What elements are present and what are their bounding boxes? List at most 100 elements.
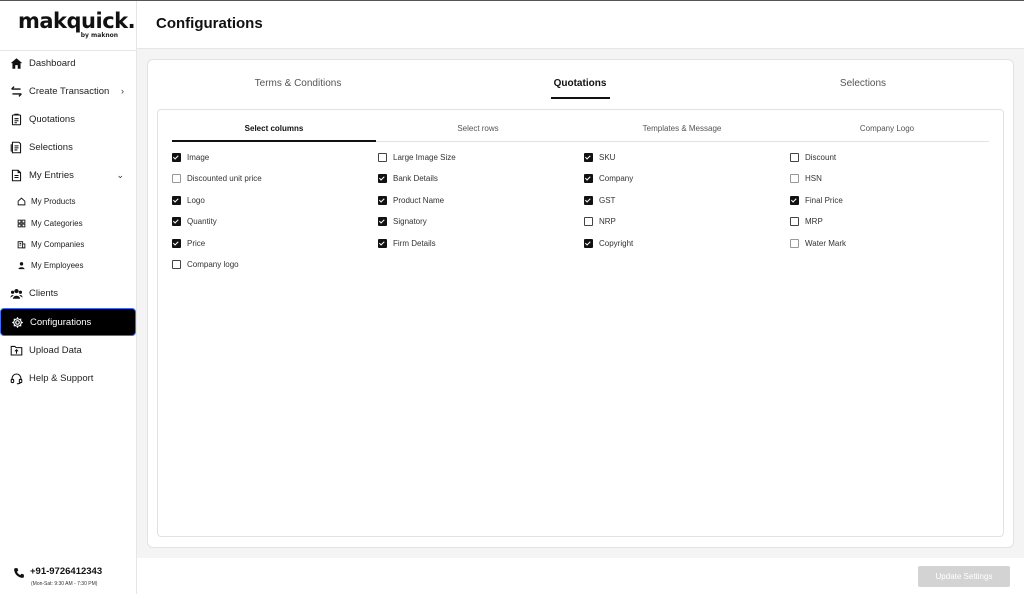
sidebar-item-label: Selections (29, 141, 73, 153)
column-option-checkbox[interactable]: Water Mark (790, 239, 846, 248)
checkbox-checked[interactable] (172, 217, 181, 226)
column-option-checkbox[interactable]: Image (172, 153, 209, 162)
column-option-checkbox[interactable]: Logo (172, 196, 205, 205)
column-option-checkbox[interactable]: NRP (584, 217, 616, 226)
sidebar-item-help-support[interactable]: Help & Support (0, 365, 136, 391)
sidebar-item-configurations[interactable]: Configurations (0, 308, 136, 336)
checkbox-label: Large Image Size (393, 153, 456, 162)
document-icon (9, 140, 23, 154)
column-option-checkbox[interactable]: Company logo (172, 260, 239, 269)
subtab-select-rows[interactable]: Select rows (376, 124, 580, 133)
headset-icon (9, 371, 23, 385)
upload-icon (9, 343, 23, 357)
sidebar-subitem-label: My Employees (31, 260, 84, 270)
building-icon (16, 239, 26, 249)
sidebar: makquick. by maknon Dashboard Create Tra… (0, 1, 137, 594)
column-option-checkbox[interactable]: MRP (790, 217, 823, 226)
sidebar-item-my-entries[interactable]: My Entries ⌄ (0, 162, 136, 188)
column-option-checkbox[interactable]: Final Price (790, 196, 843, 205)
column-option-checkbox[interactable]: HSN (790, 174, 822, 183)
checkbox-checked[interactable] (172, 196, 181, 205)
column-option-checkbox[interactable]: Copyright (584, 239, 633, 248)
checkbox-label: Image (187, 153, 210, 162)
subtab-company-logo[interactable]: Company Logo (785, 124, 989, 133)
checkbox-label: Signatory (393, 217, 427, 226)
checkbox-checked[interactable] (378, 239, 387, 248)
sidebar-item-label: Quotations (29, 113, 75, 125)
checkbox-unchecked[interactable] (584, 217, 593, 226)
sidebar-item-upload-data[interactable]: Upload Data (0, 337, 136, 363)
sidebar-subitem-my-employees[interactable]: My Employees (0, 256, 136, 274)
sidebar-item-label: My Entries (29, 169, 74, 181)
people-icon (9, 286, 23, 300)
brand-name: makquick. (18, 9, 136, 33)
sidebar-item-label: Dashboard (29, 57, 76, 69)
sidebar-subitem-my-products[interactable]: My Products (0, 192, 136, 210)
checkbox-checked[interactable] (172, 239, 181, 248)
clipboard-icon (9, 112, 23, 126)
sidebar-item-dashboard[interactable]: Dashboard (0, 50, 136, 76)
checkbox-unchecked[interactable] (790, 153, 799, 162)
tab-quotations[interactable]: Quotations (520, 72, 640, 100)
checkbox-unchecked[interactable] (378, 153, 387, 162)
sidebar-subitem-my-companies[interactable]: My Companies (0, 235, 136, 253)
column-option-checkbox[interactable]: Company (584, 174, 633, 183)
person-icon (16, 260, 26, 270)
sidebar-subitem-label: My Products (31, 196, 76, 206)
checkbox-checked[interactable] (378, 196, 387, 205)
subtab-templates-message[interactable]: Templates & Message (580, 124, 784, 133)
checkbox-unchecked[interactable] (790, 217, 799, 226)
brand-sub: by maknon (80, 32, 118, 39)
column-option-checkbox[interactable]: Discounted unit price (172, 174, 262, 183)
support-hours: (Mon-Sat: 9:30 AM - 7:30 PM) (31, 581, 98, 587)
sidebar-item-label: Help & Support (29, 372, 94, 384)
checkbox-label: Logo (187, 196, 205, 205)
chevron-down-icon: ⌄ (116, 169, 124, 180)
column-option-checkbox[interactable]: Discount (790, 153, 836, 162)
checkbox-label: Product Name (393, 196, 445, 205)
transfer-icon (9, 84, 23, 98)
sidebar-subitem-label: My Companies (31, 239, 85, 249)
tab-selections[interactable]: Selections (803, 72, 923, 100)
column-option-checkbox[interactable]: GST (584, 196, 615, 205)
checkbox-checked[interactable] (584, 153, 593, 162)
sidebar-item-label: Clients (29, 287, 59, 299)
column-option-checkbox[interactable]: SKU (584, 153, 615, 162)
checkbox-checked[interactable] (584, 196, 593, 205)
brand-logo[interactable]: makquick. by maknon (18, 9, 136, 45)
update-settings-button[interactable]: Update Settings (918, 566, 1010, 587)
checkbox-label: Copyright (599, 239, 634, 248)
subtab-select-columns[interactable]: Select columns (172, 124, 376, 133)
column-option-checkbox[interactable]: Signatory (378, 217, 427, 226)
checkbox-checked[interactable] (172, 153, 181, 162)
checkbox-label: Company (599, 174, 634, 183)
sidebar-item-quotations[interactable]: Quotations (0, 106, 136, 132)
sidebar-subitem-my-categories[interactable]: My Categories (0, 214, 136, 232)
sidebar-item-selections[interactable]: Selections (0, 134, 136, 160)
checkbox-label: Bank Details (393, 174, 438, 183)
checkbox-unchecked[interactable] (172, 174, 181, 183)
sidebar-item-create-transaction[interactable]: Create Transaction › (0, 78, 136, 104)
checkbox-label: GST (599, 196, 616, 205)
column-option-checkbox[interactable]: Product Name (378, 196, 444, 205)
checkbox-label: Company logo (187, 260, 239, 269)
checkbox-checked[interactable] (790, 196, 799, 205)
sidebar-item-clients[interactable]: Clients (0, 280, 136, 306)
column-option-checkbox[interactable]: Price (172, 239, 205, 248)
column-option-checkbox[interactable]: Bank Details (378, 174, 438, 183)
settings-panel (157, 109, 1004, 537)
checkbox-checked[interactable] (378, 217, 387, 226)
phone-icon (13, 566, 25, 584)
tab-terms-conditions[interactable]: Terms & Conditions (238, 72, 358, 100)
column-option-checkbox[interactable]: Quantity (172, 217, 217, 226)
checkbox-unchecked[interactable] (790, 174, 799, 183)
support-phone[interactable]: +91-9726412343 (Mon-Sat: 9:30 AM - 7:30 … (13, 566, 102, 587)
column-option-checkbox[interactable]: Firm Details (378, 239, 436, 248)
checkbox-unchecked[interactable] (172, 260, 181, 269)
checkbox-checked[interactable] (584, 239, 593, 248)
checkbox-checked[interactable] (584, 174, 593, 183)
column-option-checkbox[interactable]: Large Image Size (378, 153, 456, 162)
checkbox-checked[interactable] (378, 174, 387, 183)
checkbox-unchecked[interactable] (790, 239, 799, 248)
config-tabs: Terms & Conditions Quotations Selections (158, 72, 1003, 100)
